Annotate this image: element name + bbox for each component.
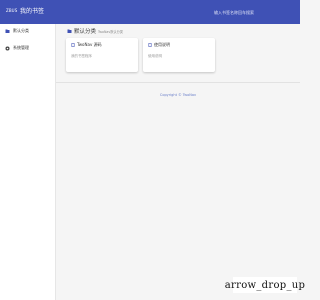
sidebar-item-system-management[interactable]: 系统管理 xyxy=(0,41,55,55)
gear-icon xyxy=(5,46,10,50)
bookmark-icon xyxy=(67,29,72,33)
card-title: 使用说明 xyxy=(154,42,170,47)
bookmark-card[interactable]: 使用说明 使用说明 xyxy=(143,38,215,72)
divider xyxy=(56,82,300,83)
bookmark-card[interactable]: TwoNav 源码 我的书签程序 xyxy=(66,38,138,72)
main-content: 默认分类 TwoNav默认分类 TwoNav 源码 我的书签程序 使用说明 使用… xyxy=(56,24,300,300)
sidebar-item-default-category[interactable]: 默认分类 xyxy=(0,24,55,38)
bookmark-icon xyxy=(5,29,10,33)
sidebar-item-label: 默认分类 xyxy=(13,28,29,33)
section-title: 默认分类 xyxy=(74,29,97,35)
section-subtitle: TwoNav默认分类 xyxy=(98,29,123,34)
sidebar: 默认分类 系统管理 xyxy=(0,24,56,300)
card-header: TwoNav 源码 xyxy=(71,42,133,48)
sidebar-item-label: 系统管理 xyxy=(13,45,29,50)
brand-logo-text[interactable]: ZBUS xyxy=(6,8,17,13)
back-to-top-button[interactable]: arrow_drop_up xyxy=(225,277,305,293)
file-icon xyxy=(148,43,152,47)
search-input[interactable] xyxy=(214,6,300,18)
section-header: 默认分类 TwoNav默认分类 xyxy=(67,27,123,35)
app-title[interactable]: 我的书签 xyxy=(20,6,44,15)
card-description: 我的书签程序 xyxy=(71,54,92,58)
copyright-footer[interactable]: Copyright © TwoNav xyxy=(56,93,300,97)
top-app-bar: ZBUS 我的书签 xyxy=(0,0,300,24)
card-header: 使用说明 xyxy=(148,42,210,48)
card-title: TwoNav 源码 xyxy=(77,42,102,47)
card-description: 使用说明 xyxy=(148,54,162,58)
file-icon xyxy=(71,43,75,47)
